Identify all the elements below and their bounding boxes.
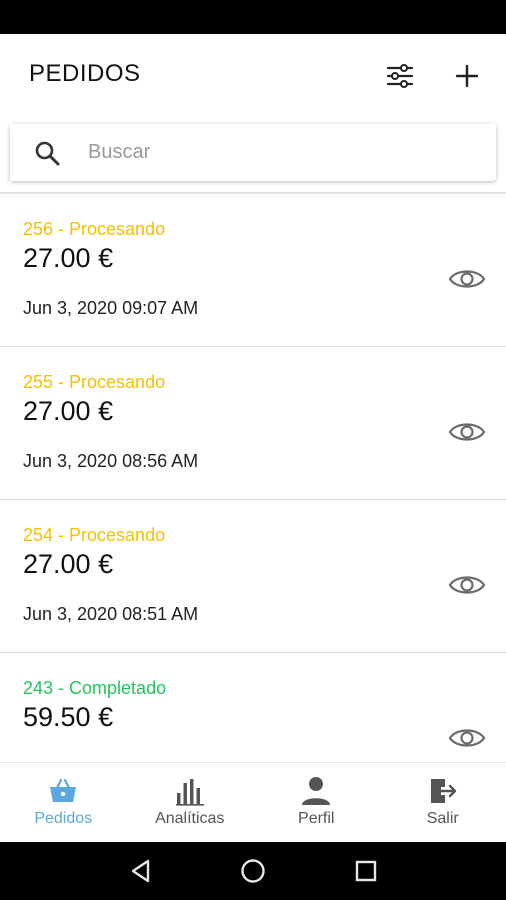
order-amount: 27.00 € — [23, 243, 114, 273]
nav-label: Pedidos — [34, 810, 93, 827]
search-icon — [35, 141, 60, 166]
system-navigation-bar — [0, 842, 506, 900]
nav-item-salir[interactable]: Salir — [380, 763, 506, 842]
app-bar: PEDIDOS — [0, 34, 506, 116]
recents-square-icon[interactable] — [351, 856, 381, 886]
order-list-item[interactable]: 243 - Completado 59.50 € — [0, 653, 506, 762]
order-list-item[interactable]: 254 - Procesando 27.00 € Jun 3, 2020 08:… — [0, 500, 506, 653]
eye-icon[interactable] — [448, 570, 486, 600]
order-amount: 27.00 € — [23, 549, 114, 579]
add-order-button[interactable] — [447, 56, 487, 96]
sliders-icon — [386, 64, 414, 88]
order-date: Jun 3, 2020 09:07 AM — [23, 298, 199, 318]
order-list-item[interactable]: 255 - Procesando 27.00 € Jun 3, 2020 08:… — [0, 347, 506, 500]
shopping-basket-icon — [50, 778, 77, 802]
eye-icon[interactable] — [448, 723, 486, 753]
search-bar — [10, 124, 496, 181]
order-date: Jun 3, 2020 08:56 AM — [23, 451, 199, 471]
order-amount: 59.50 € — [23, 702, 114, 732]
plus-icon — [455, 64, 479, 88]
bar-chart-icon — [175, 779, 204, 806]
order-status: 256 - Procesando — [23, 219, 166, 239]
status-bar — [0, 0, 506, 34]
page-title: PEDIDOS — [29, 60, 141, 87]
order-status: 254 - Procesando — [23, 525, 166, 545]
nav-label: Analíticas — [155, 810, 225, 827]
eye-icon[interactable] — [448, 264, 486, 294]
home-circle-icon[interactable] — [238, 856, 268, 886]
bottom-navigation: Pedidos Analíticas Perfil Salir — [0, 762, 506, 842]
nav-label: Salir — [426, 810, 459, 827]
order-status: 255 - Procesando — [23, 372, 166, 392]
back-triangle-icon[interactable] — [126, 856, 156, 886]
nav-item-pedidos[interactable]: Pedidos — [0, 763, 127, 842]
order-amount: 27.00 € — [23, 396, 114, 426]
order-date: Jun 3, 2020 08:51 AM — [23, 604, 199, 624]
order-list-item[interactable]: 256 - Procesando 27.00 € Jun 3, 2020 09:… — [0, 194, 506, 347]
logout-icon — [430, 779, 456, 803]
nav-item-perfil[interactable]: Perfil — [253, 763, 380, 842]
order-list: 256 - Procesando 27.00 € Jun 3, 2020 09:… — [0, 194, 506, 762]
eye-icon[interactable] — [448, 417, 486, 447]
order-status: 243 - Completado — [23, 678, 167, 698]
nav-item-analiticas[interactable]: Analíticas — [127, 763, 254, 842]
filter-button[interactable] — [380, 56, 420, 96]
search-input[interactable] — [88, 132, 478, 172]
person-icon — [302, 777, 331, 805]
nav-label: Perfil — [298, 810, 335, 827]
